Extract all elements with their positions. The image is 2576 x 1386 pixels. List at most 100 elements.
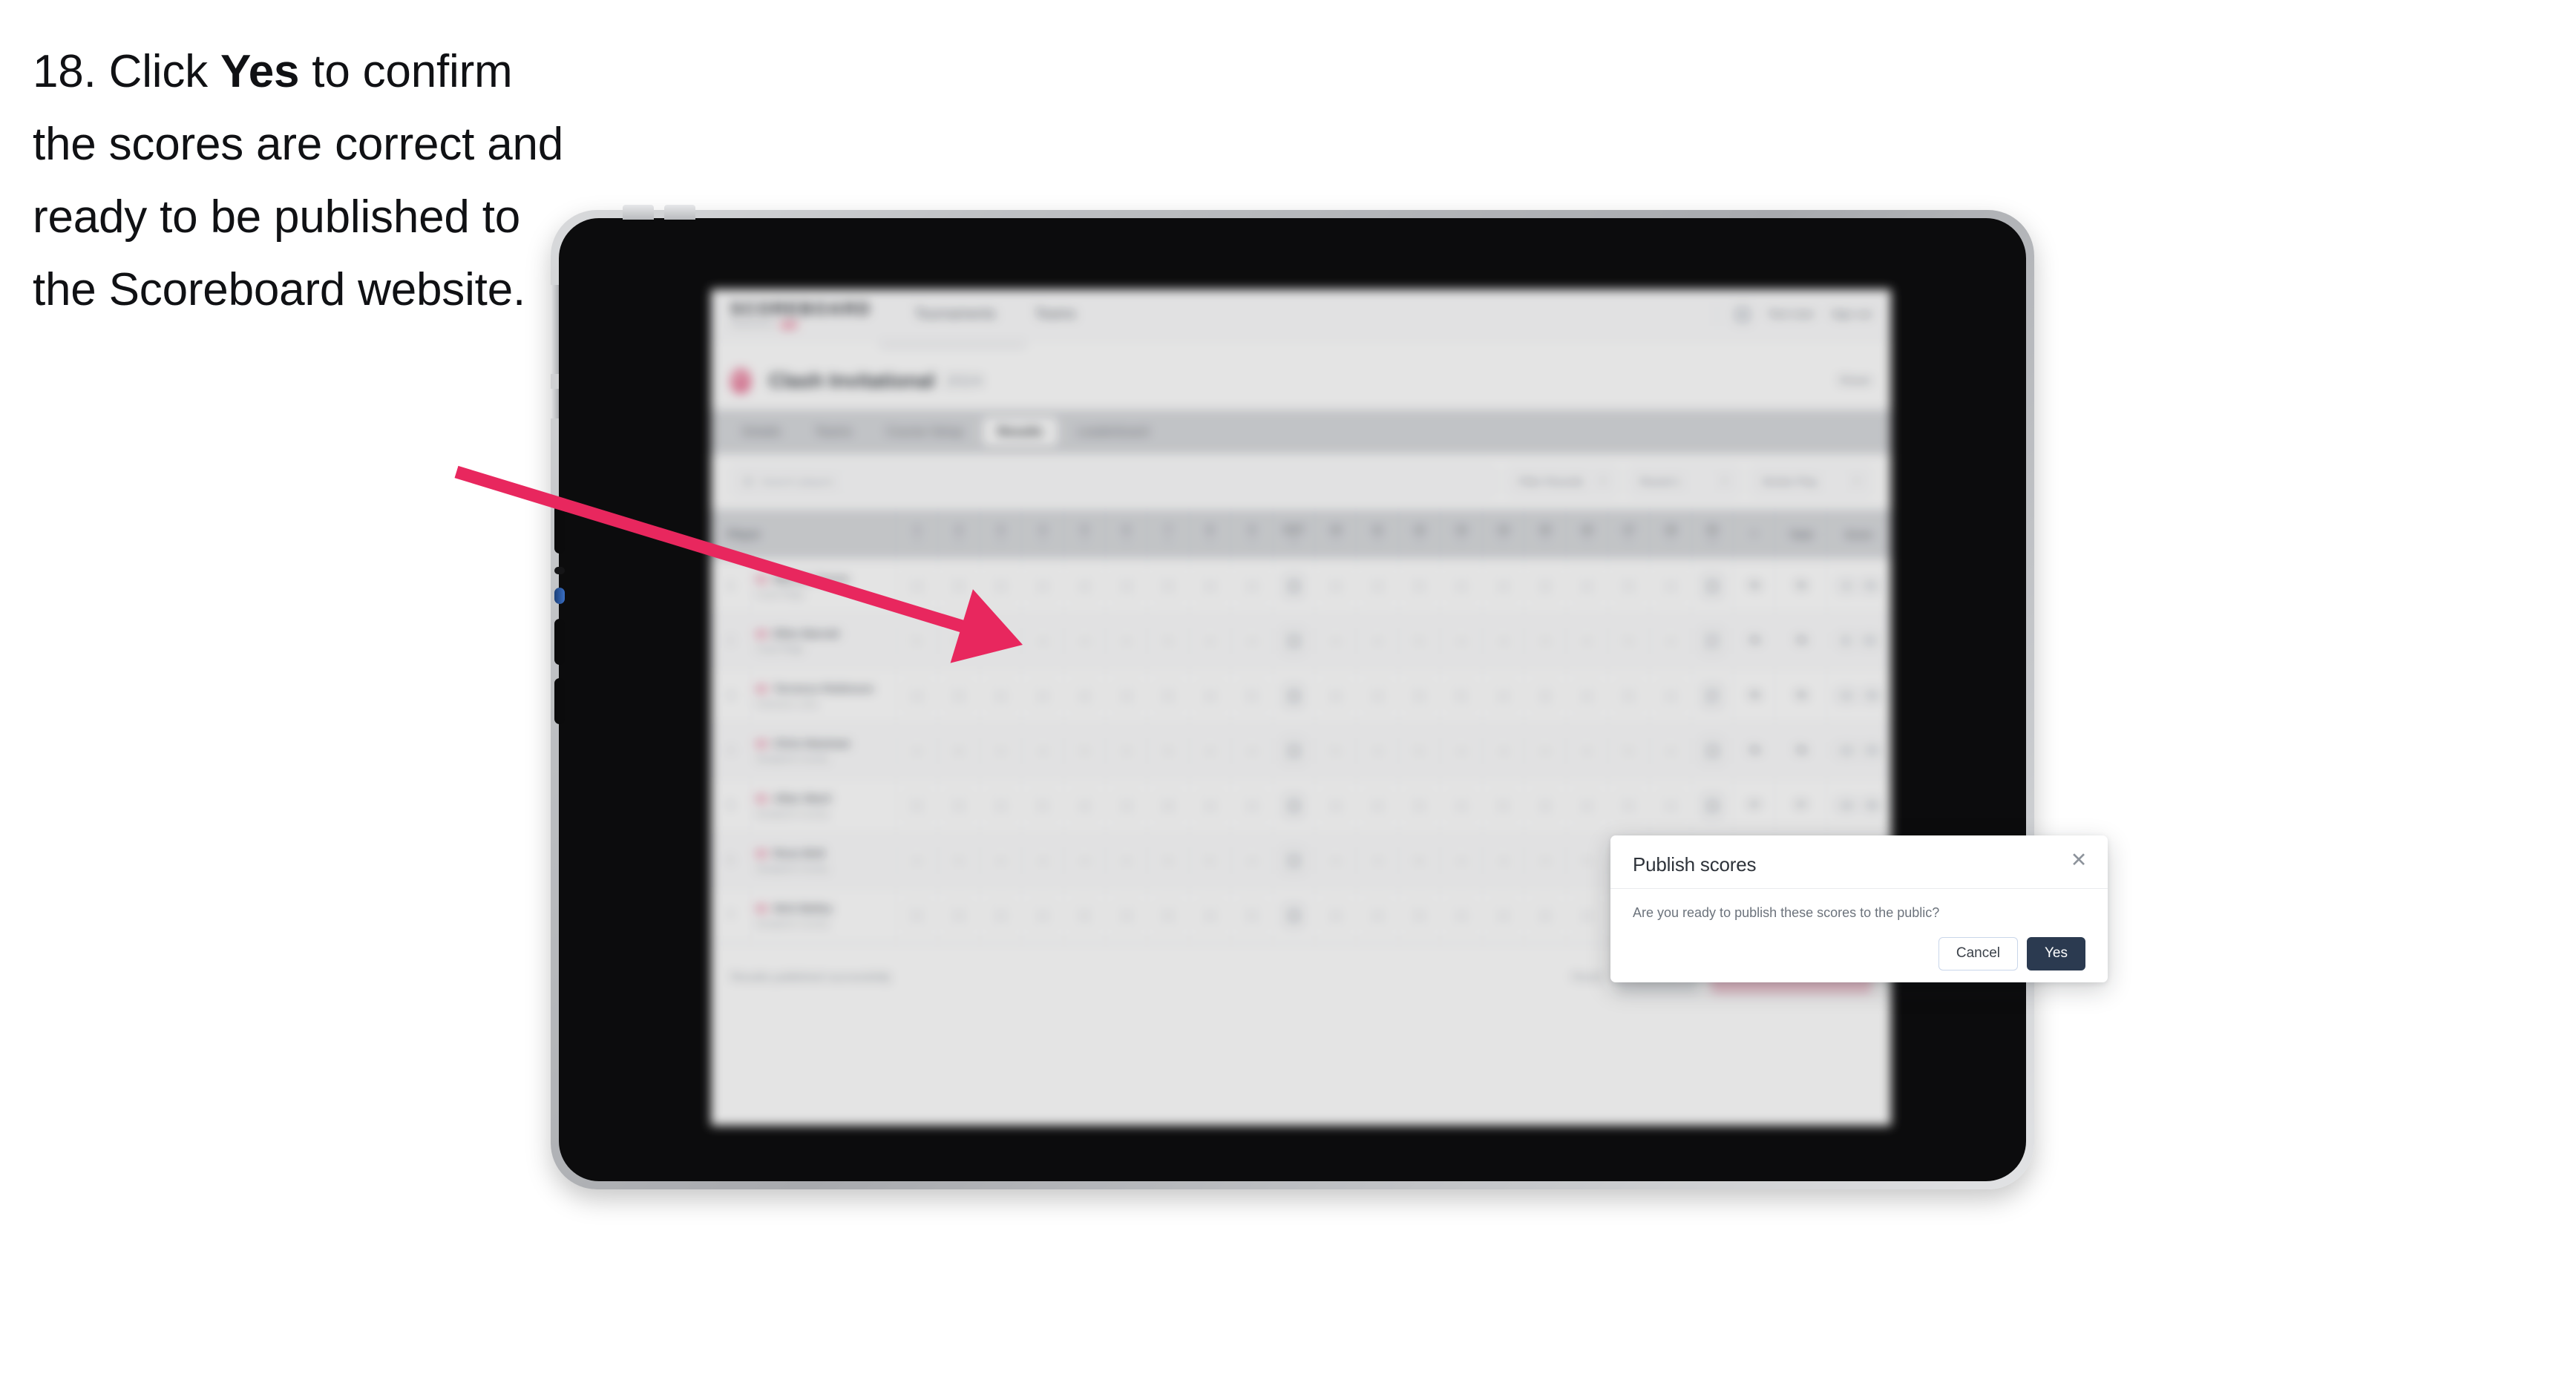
score-input[interactable]: 4 — [1576, 901, 1599, 929]
score-input[interactable]: 3 — [989, 901, 1012, 929]
nav-item-tournaments[interactable]: Tournaments — [914, 306, 996, 323]
score-input[interactable]: 5 — [948, 627, 971, 654]
score-input[interactable]: 4 — [1031, 737, 1054, 764]
score-input[interactable]: 5 — [1157, 572, 1180, 600]
score-input[interactable]: 5 — [1449, 682, 1472, 709]
score-cell[interactable]: 5 — [1608, 559, 1651, 613]
score-input[interactable]: 3 — [1366, 737, 1389, 764]
score-input[interactable]: 5 — [1031, 792, 1054, 819]
score-cell[interactable]: 36 — [1692, 559, 1734, 613]
score-cell[interactable]: 5 — [1441, 669, 1483, 723]
score-input[interactable]: 5 — [948, 792, 971, 819]
score-cell[interactable]: 4 — [1190, 723, 1232, 778]
score-input[interactable]: 4 — [1324, 847, 1347, 874]
score-cell[interactable]: 3 — [980, 559, 1023, 613]
volume-up-button[interactable] — [554, 505, 565, 554]
score-cell[interactable]: 4 — [1022, 559, 1064, 613]
score-input[interactable]: 38 — [1282, 627, 1305, 654]
score-input[interactable]: 4 — [1492, 682, 1515, 709]
score-cell[interactable]: 4 — [980, 669, 1023, 723]
score-input[interactable]: 4 — [1492, 737, 1515, 764]
score-input[interactable]: 3 — [989, 737, 1012, 764]
score-cell[interactable]: 4 — [1441, 778, 1483, 832]
yes-button[interactable]: Yes — [2027, 937, 2085, 970]
search-input[interactable]: Search players — [730, 466, 1496, 497]
score-cell[interactable]: 4 — [1064, 614, 1107, 668]
score-cell[interactable]: 4 — [1022, 669, 1064, 723]
score-input[interactable]: 3 — [1366, 682, 1389, 709]
volume-down-button[interactable] — [554, 619, 565, 665]
score-cell[interactable]: 37 — [1692, 614, 1734, 668]
score-input[interactable]: 6 — [1157, 792, 1180, 819]
score-cell[interactable]: 4 — [1483, 888, 1525, 942]
score-input[interactable]: 4 — [1073, 847, 1096, 874]
score-input[interactable]: 4 — [1199, 737, 1222, 764]
score-cell[interactable]: 4 — [1064, 559, 1107, 613]
avatar[interactable] — [1733, 305, 1751, 323]
score-cell[interactable]: 5 — [1399, 888, 1441, 942]
score-input[interactable]: 4 — [1031, 627, 1054, 654]
score-cell[interactable]: 4 — [1483, 723, 1525, 778]
score-cell[interactable]: 4 — [1357, 888, 1399, 942]
score-input[interactable]: 5 — [1408, 627, 1431, 654]
score-cell[interactable]: 5 — [938, 888, 980, 942]
score-cell[interactable]: 5 — [1399, 614, 1441, 668]
score-cell[interactable]: 4 — [1650, 723, 1692, 778]
score-cell[interactable]: 39 — [1274, 778, 1316, 832]
score-cell[interactable]: 5 — [1022, 778, 1064, 832]
score-input[interactable]: 5 — [1157, 627, 1180, 654]
score-input[interactable]: 5 — [1157, 737, 1180, 764]
score-input[interactable]: 4 — [1449, 792, 1472, 819]
score-input[interactable]: 4 — [1576, 792, 1599, 819]
score-input[interactable]: 3 — [1533, 682, 1556, 709]
score-cell[interactable]: 4 — [1315, 559, 1357, 613]
score-input[interactable]: 4 — [989, 682, 1012, 709]
table-row[interactable]: 4 Chris Newman Sandpoint Country 4 6 3 4 5 3 5 4 4 3… — [711, 723, 1891, 778]
score-input[interactable]: 4 — [1199, 627, 1222, 654]
score-cell[interactable]: 4 — [1483, 559, 1525, 613]
score-input[interactable]: 3 — [1366, 572, 1389, 600]
score-cell[interactable]: 4 — [1022, 888, 1064, 942]
score-input[interactable]: 38 — [1282, 737, 1305, 764]
score-input[interactable]: 4 — [905, 682, 928, 709]
score-cell[interactable]: 5 — [938, 614, 980, 668]
score-input[interactable]: 5 — [948, 847, 971, 874]
score-cell[interactable]: 5 — [1315, 723, 1357, 778]
score-cell[interactable]: 5 — [1399, 669, 1441, 723]
score-cell[interactable]: 3 — [1524, 614, 1567, 668]
score-cell[interactable]: 4 — [1567, 559, 1608, 613]
score-cell[interactable]: 4 — [1650, 614, 1692, 668]
score-cell[interactable]: 38 — [1692, 778, 1734, 832]
score-input[interactable]: 5 — [1617, 682, 1640, 709]
score-cell[interactable]: 3 — [980, 723, 1023, 778]
score-cell[interactable]: 4 — [1524, 888, 1567, 942]
score-cell[interactable]: 5 — [1064, 723, 1107, 778]
score-input[interactable]: 38 — [1701, 737, 1724, 764]
score-cell[interactable]: 5 — [938, 669, 980, 723]
table-row[interactable]: 5 Allan Ward Sandpoint Country 5 5 3 5 4 3 6 4 4 39 4… — [711, 778, 1891, 833]
score-input[interactable]: 3 — [1115, 901, 1138, 929]
score-input[interactable]: 5 — [1408, 901, 1431, 929]
score-input[interactable]: 5 — [1157, 682, 1180, 709]
score-input[interactable]: 4 — [1492, 572, 1515, 600]
score-input[interactable]: 3 — [1115, 572, 1138, 600]
table-row[interactable]: 2 Ellen Barratt Coast Ridge 5 5 3 4 4 4 5 4 4 38 4 4 5 4… — [711, 614, 1891, 669]
score-cell[interactable]: 5 — [1608, 778, 1651, 832]
score-cell[interactable]: 4 — [1567, 778, 1608, 832]
nav-item-teams[interactable]: Teams — [1035, 306, 1076, 323]
score-input[interactable]: 3 — [1533, 572, 1556, 600]
score-input[interactable]: 37 — [1701, 682, 1724, 709]
score-input[interactable]: 6 — [1408, 847, 1431, 874]
score-input[interactable]: 4 — [1115, 847, 1138, 874]
score-input[interactable]: 38 — [1282, 682, 1305, 709]
score-input[interactable]: 4 — [1240, 572, 1263, 600]
score-cell[interactable]: 4 — [1190, 614, 1232, 668]
score-cell[interactable]: 3 — [1357, 559, 1399, 613]
score-input[interactable]: 5 — [1240, 682, 1263, 709]
score-input[interactable]: 4 — [1576, 572, 1599, 600]
score-input[interactable]: 5 — [1408, 572, 1431, 600]
score-input[interactable]: 5 — [1240, 901, 1263, 929]
power-button[interactable] — [554, 678, 565, 724]
score-cell[interactable]: 4 — [1315, 833, 1357, 887]
score-cell[interactable]: 3 — [980, 778, 1023, 832]
